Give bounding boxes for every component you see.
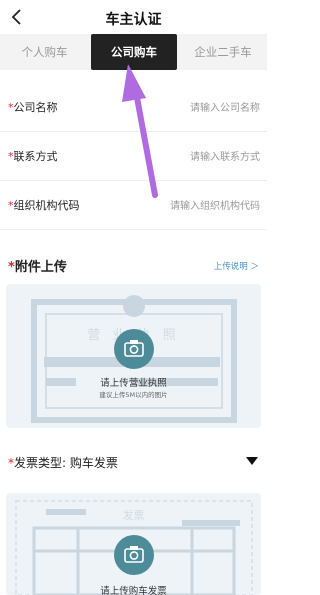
org-code-label-text: 组织机构代码 [13, 199, 80, 212]
tab-company-purchase[interactable]: 公司购车 [91, 34, 177, 70]
company-name-row: *公司名称 请输入公司名称 [0, 82, 267, 132]
upload-help-link[interactable]: 上传说明 ＞ [214, 260, 259, 272]
org-code-input[interactable]: 请输入组织机构代码 [170, 197, 260, 212]
invoice-type-selector[interactable]: *发票类型: 购车发票 [8, 452, 260, 474]
attachment-section-title: *附件上传 [8, 256, 67, 275]
invoice-type-label-text: 发票类型: [14, 456, 67, 470]
contact-label: *联系方式 [8, 148, 58, 164]
company-name-input[interactable]: 请输入公司名称 [190, 99, 260, 114]
invoice-type-label: *发票类型: 购车发票 [8, 454, 118, 471]
required-mark: * [8, 260, 15, 275]
org-code-label: *组织机构代码 [8, 197, 80, 213]
invoice-upload-label: 请上传购车发票 [100, 586, 167, 595]
tab-personal-purchase[interactable]: 个人购车 [0, 34, 89, 70]
license-upload-hint: 建议上传5M以内的图片 [99, 391, 168, 399]
contact-row: *联系方式 请输入联系方式 [0, 131, 267, 181]
contact-input[interactable]: 请输入联系方式 [190, 148, 260, 163]
camera-icon[interactable] [114, 329, 154, 369]
contact-label-text: 联系方式 [13, 150, 58, 163]
org-code-row: *组织机构代码 请输入组织机构代码 [0, 180, 267, 230]
invoice-watermark: 发票 [122, 509, 145, 522]
camera-icon[interactable] [114, 535, 154, 575]
purchase-type-tabs: 个人购车 公司购车 企业二手车 [0, 34, 267, 70]
page-title: 车主认证 [105, 12, 162, 28]
business-license-upload[interactable]: 营 业 执 照 请上传营业执照 建议上传5M以内的图片 [6, 284, 261, 428]
navbar: 车主认证 [0, 0, 267, 34]
tab-enterprise-used-car[interactable]: 企业二手车 [179, 34, 267, 70]
attachment-title-text: 附件上传 [14, 260, 67, 275]
company-name-label: *公司名称 [8, 99, 58, 115]
company-name-label-text: 公司名称 [13, 101, 58, 114]
license-upload-label: 请上传营业执照 [100, 378, 167, 389]
invoice-upload[interactable]: 发票 请上传购车发票 [6, 493, 261, 595]
triangle-down-icon[interactable] [246, 457, 258, 466]
invoice-type-value: 购车发票 [69, 456, 118, 470]
